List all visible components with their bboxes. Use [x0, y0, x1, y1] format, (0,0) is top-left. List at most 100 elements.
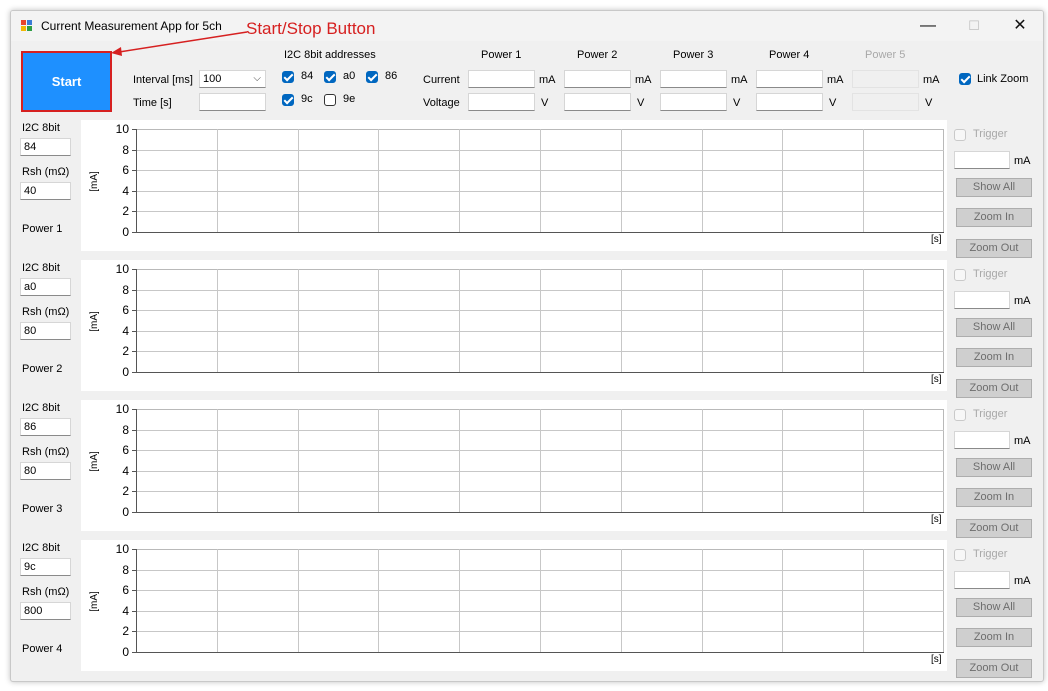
zoom-in-button[interactable]: Zoom In [956, 628, 1032, 647]
chart-y-tick-label: 6 [122, 443, 129, 457]
zoom-in-button[interactable]: Zoom In [956, 488, 1032, 507]
channel-address-field[interactable]: 84 [20, 138, 71, 156]
app-icon [21, 20, 33, 32]
trigger-checkbox[interactable] [954, 549, 966, 561]
channel-address-label: I2C 8bit [22, 262, 60, 274]
power-3-heading: Power 3 [673, 49, 714, 61]
channel-address-field[interactable]: 9c [20, 558, 71, 576]
chart-y-unit: [mA] [88, 591, 100, 612]
shunt-resistor-field[interactable]: 40 [20, 182, 71, 200]
show-all-button[interactable]: Show All [956, 318, 1032, 337]
minimize-button[interactable]: — [905, 11, 951, 41]
trigger-level-field[interactable] [954, 291, 1010, 309]
close-button[interactable]: ✕ [997, 11, 1043, 41]
chart-panel[interactable]: 10 8 6 4 2 0 [mA] [s] [81, 260, 947, 391]
maximize-button[interactable]: ☐ [951, 11, 997, 41]
i2c-86-checkbox[interactable] [366, 71, 378, 83]
i2c-84-checkbox[interactable] [282, 71, 294, 83]
channel-address-field[interactable]: 86 [20, 418, 71, 436]
trigger-unit: mA [1014, 155, 1031, 167]
interval-select[interactable]: 100 ⌵ [199, 70, 266, 88]
shunt-resistor-field[interactable]: 80 [20, 462, 71, 480]
link-zoom-checkbox[interactable] [959, 73, 971, 85]
chart-y-unit: [mA] [88, 451, 100, 472]
i2c-a0-checkbox[interactable] [324, 71, 336, 83]
trigger-unit: mA [1014, 575, 1031, 587]
chart-gridline-v [378, 269, 379, 373]
time-field[interactable] [199, 93, 266, 111]
zoom-out-button[interactable]: Zoom Out [956, 519, 1032, 538]
chart-y-unit: [mA] [88, 311, 100, 332]
show-all-button[interactable]: Show All [956, 458, 1032, 477]
power-3-voltage-field[interactable] [660, 93, 727, 111]
chart-y-tick-label: 2 [122, 484, 129, 498]
chart-gridline-v [459, 549, 460, 653]
power-5-current-field [852, 70, 919, 88]
chart-gridline-v [378, 549, 379, 653]
chart-panel[interactable]: 10 8 6 4 2 0 [mA] [s] [81, 400, 947, 531]
chart-y-tick-label: 2 [122, 344, 129, 358]
power-2-voltage-field[interactable] [564, 93, 631, 111]
chart-gridline-v [298, 549, 299, 653]
chart-gridline-v [621, 269, 622, 373]
power-2-current-field[interactable] [564, 70, 631, 88]
chart-y-tick-label: 6 [122, 583, 129, 597]
trigger-checkbox[interactable] [954, 269, 966, 281]
interval-value: 100 [203, 73, 222, 85]
zoom-out-button[interactable]: Zoom Out [956, 239, 1032, 258]
shunt-resistor-field[interactable]: 800 [20, 602, 71, 620]
channel-address-label: I2C 8bit [22, 122, 60, 134]
power-3-current-unit: mA [731, 74, 748, 86]
chart-panel[interactable]: 10 8 6 4 2 0 [mA] [s] [81, 120, 947, 251]
chart-gridline-v [863, 409, 864, 513]
power-1-current-field[interactable] [468, 70, 535, 88]
shunt-resistor-label: Rsh (mΩ) [22, 586, 70, 598]
current-label: Current [423, 74, 460, 86]
trigger-level-field[interactable] [954, 571, 1010, 589]
power-4-current-field[interactable] [756, 70, 823, 88]
chart-gridline-v [863, 549, 864, 653]
chart-gridline-v [863, 129, 864, 233]
power-5-heading: Power 5 [865, 49, 906, 61]
power-1-voltage-field[interactable] [468, 93, 535, 111]
power-1-voltage-unit: V [541, 97, 549, 109]
power-5-current-unit: mA [923, 74, 940, 86]
chart-gridline-v [540, 549, 541, 653]
trigger-checkbox[interactable] [954, 409, 966, 421]
show-all-button[interactable]: Show All [956, 178, 1032, 197]
power-3-current-field[interactable] [660, 70, 727, 88]
chart-y-tick-label: 8 [122, 143, 129, 157]
power-1-heading: Power 1 [481, 49, 522, 61]
shunt-resistor-label: Rsh (mΩ) [22, 166, 70, 178]
chart-gridline-v [217, 129, 218, 233]
chart-y-tick-label: 6 [122, 303, 129, 317]
zoom-in-button[interactable]: Zoom In [956, 348, 1032, 367]
voltage-label: Voltage [423, 97, 460, 109]
i2c-addresses-heading: I2C 8bit addresses [284, 49, 376, 61]
interval-label: Interval [ms] [133, 74, 193, 86]
zoom-in-button[interactable]: Zoom In [956, 208, 1032, 227]
i2c-9c-checkbox[interactable] [282, 94, 294, 106]
zoom-out-button[interactable]: Zoom Out [956, 379, 1032, 398]
chart-y-tick-label: 0 [122, 365, 129, 379]
chart-gridline-v [298, 129, 299, 233]
i2c-9e-checkbox[interactable] [324, 94, 336, 106]
show-all-button[interactable]: Show All [956, 598, 1032, 617]
trigger-level-field[interactable] [954, 151, 1010, 169]
shunt-resistor-label: Rsh (mΩ) [22, 446, 70, 458]
zoom-out-button[interactable]: Zoom Out [956, 659, 1032, 678]
trigger-level-field[interactable] [954, 431, 1010, 449]
chart-gridline-v [459, 269, 460, 373]
channel-power-label: Power 1 [22, 223, 63, 235]
start-button[interactable]: Start [23, 53, 110, 110]
channel-address-field[interactable]: a0 [20, 278, 71, 296]
trigger-checkbox[interactable] [954, 129, 966, 141]
app-window: Current Measurement App for 5ch — ☐ ✕ St… [10, 10, 1044, 682]
chart-gridline-v [782, 129, 783, 233]
power-4-voltage-field[interactable] [756, 93, 823, 111]
chart-y-tick-label: 4 [122, 604, 129, 618]
chart-panel[interactable]: 10 8 6 4 2 0 [mA] [s] [81, 540, 947, 671]
chart-gridline-v [782, 269, 783, 373]
chart-gridline-v [702, 269, 703, 373]
shunt-resistor-field[interactable]: 80 [20, 322, 71, 340]
